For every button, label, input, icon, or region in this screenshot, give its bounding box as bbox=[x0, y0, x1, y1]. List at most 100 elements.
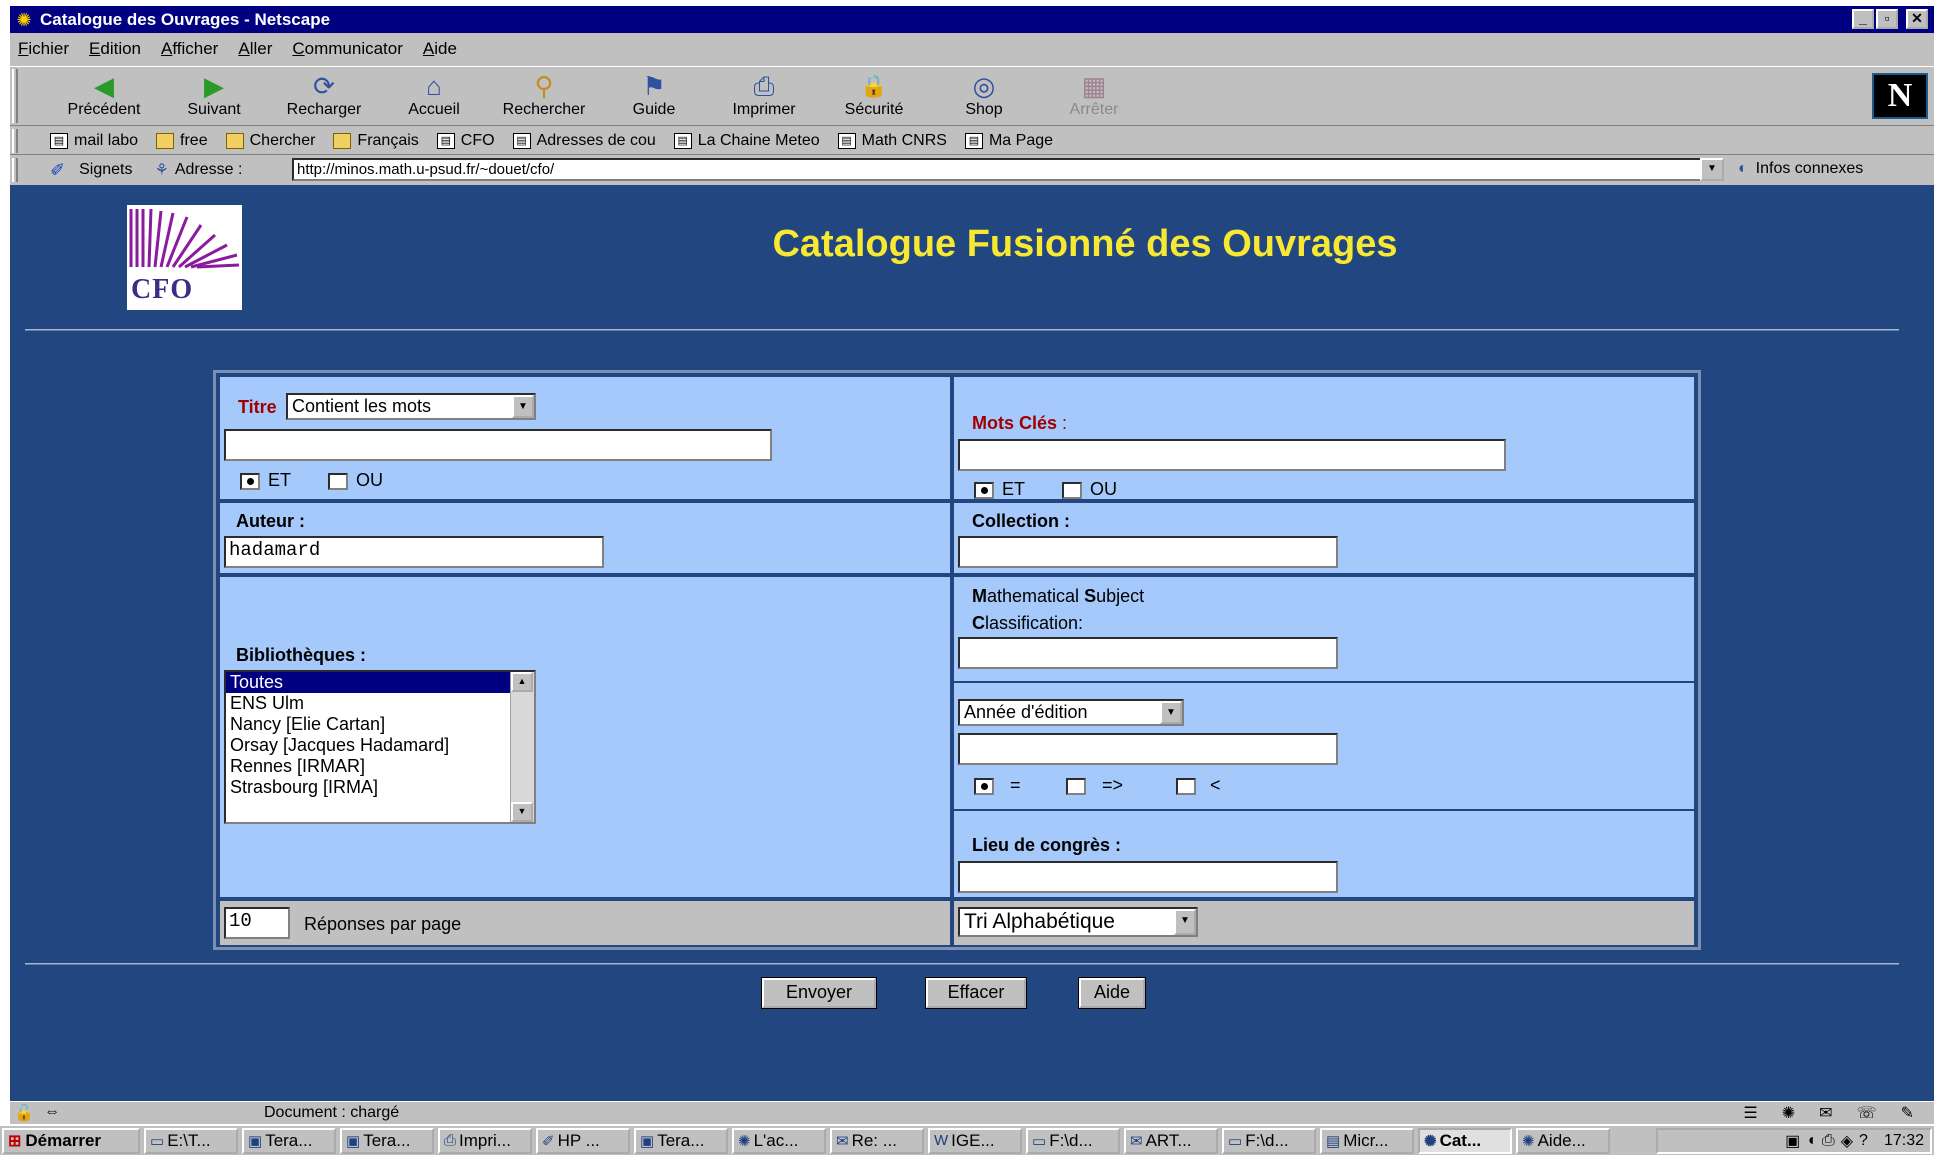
taskbar-item[interactable]: ⎙ Impri... bbox=[438, 1127, 532, 1154]
bookmark-cfo[interactable]: ▤ CFO bbox=[436, 132, 495, 150]
collection-input[interactable] bbox=[958, 536, 1338, 568]
cfo-logo[interactable]: CFO bbox=[127, 205, 242, 310]
taskbar-item[interactable]: ✺ L'ac... bbox=[732, 1127, 826, 1154]
auteur-input[interactable]: hadamard bbox=[224, 536, 604, 568]
reponses-input[interactable]: 10 bbox=[224, 907, 290, 939]
list-item[interactable]: Orsay [Jacques Hadamard] bbox=[226, 735, 534, 756]
menu-aide[interactable]: Aide bbox=[423, 39, 457, 59]
shop-button[interactable]: ◎ Shop bbox=[930, 71, 1038, 119]
bookmark-chercher[interactable]: Chercher bbox=[225, 132, 315, 150]
bookmark-francais[interactable]: Français bbox=[333, 132, 419, 150]
mail-icon[interactable]: ✉ bbox=[1819, 1103, 1832, 1123]
msc-input[interactable] bbox=[958, 637, 1338, 669]
taskbar-item[interactable]: ✺ Aide... bbox=[1516, 1127, 1610, 1154]
search-button[interactable]: ⚲ Rechercher bbox=[490, 71, 598, 119]
tri-select[interactable]: Tri Alphabétique ▼ bbox=[958, 907, 1198, 937]
scroll-down-icon[interactable]: ▼ bbox=[511, 802, 533, 822]
discussion-icon[interactable]: ☏ bbox=[1857, 1103, 1877, 1123]
annee-input[interactable] bbox=[958, 733, 1338, 765]
clock[interactable]: 17:32 bbox=[1884, 1132, 1924, 1150]
menu-fichier[interactable]: Fichier bbox=[18, 39, 69, 59]
print-button[interactable]: ⎙ Imprimer bbox=[710, 71, 818, 119]
page-proxy-icon[interactable]: ⚘ bbox=[154, 160, 168, 180]
taskbar-item[interactable]: ▤ Micr... bbox=[1320, 1127, 1414, 1154]
bibliotheques-listbox[interactable]: Toutes ENS Ulm Nancy [Elie Cartan] Orsay… bbox=[224, 670, 536, 824]
bookmark-math-cnrs[interactable]: ▤ Math CNRS bbox=[837, 132, 947, 150]
restore-button[interactable]: ▫ bbox=[1876, 9, 1898, 29]
mots-cles-et-radio[interactable] bbox=[974, 482, 994, 499]
taskbar-item[interactable]: ▣ Tera... bbox=[634, 1127, 728, 1154]
taskbar-item[interactable]: ✐ HP ... bbox=[536, 1127, 630, 1154]
navigator-icon[interactable]: ✺ bbox=[1782, 1103, 1795, 1123]
mots-cles-input[interactable] bbox=[958, 439, 1506, 471]
taskbar-item[interactable]: ✉ Re: ... bbox=[830, 1127, 924, 1154]
terminal-icon: ▣ bbox=[640, 1132, 655, 1150]
start-button[interactable]: ⊞ Démarrer bbox=[2, 1127, 140, 1154]
titre-mode-select[interactable]: Contient les mots ▼ bbox=[286, 393, 536, 420]
taskbar-item[interactable]: ▭ E:\T... bbox=[144, 1127, 238, 1154]
taskbar-item[interactable]: ▣ Tera... bbox=[242, 1127, 336, 1154]
list-item[interactable]: Rennes [IRMAR] bbox=[226, 756, 534, 777]
url-input[interactable]: http://minos.math.u-psud.fr/~douet/cfo/ bbox=[292, 158, 1710, 181]
taskbar-item[interactable]: W IGE... bbox=[928, 1127, 1022, 1154]
volume-icon[interactable]: ◖ bbox=[1806, 1132, 1816, 1150]
msc-label-s: S bbox=[1084, 586, 1097, 606]
help-icon[interactable]: ? bbox=[1859, 1132, 1868, 1150]
annee-ge-radio[interactable] bbox=[1066, 778, 1086, 795]
annee-lt-radio[interactable] bbox=[1176, 778, 1196, 795]
forward-button[interactable]: ▶ Suivant bbox=[160, 71, 268, 119]
bookmark-mail-labo[interactable]: ▤ mail labo bbox=[50, 132, 138, 150]
menu-edition[interactable]: Edition bbox=[89, 39, 141, 59]
close-button[interactable]: ✕ bbox=[1906, 9, 1928, 29]
url-dropdown-button[interactable]: ▼ bbox=[1700, 158, 1724, 181]
bookmark-meteo[interactable]: ▤ La Chaine Meteo bbox=[673, 132, 820, 150]
bookmarks-grip[interactable] bbox=[12, 129, 18, 153]
security-lock-icon[interactable]: 🔓 bbox=[14, 1103, 34, 1123]
infos-connexes-label: Infos connexes bbox=[1755, 160, 1864, 177]
menu-communicator[interactable]: Communicator bbox=[292, 39, 403, 59]
bookmark-adresses[interactable]: ▤ Adresses de cou bbox=[512, 132, 656, 150]
list-item[interactable]: Toutes bbox=[226, 672, 534, 693]
list-item[interactable]: Nancy [Elie Cartan] bbox=[226, 714, 534, 735]
home-button[interactable]: ⌂ Accueil bbox=[380, 71, 488, 119]
back-button[interactable]: ◀ Précédent bbox=[50, 71, 158, 119]
mots-cles-ou-radio[interactable] bbox=[1062, 482, 1082, 499]
lieu-input[interactable] bbox=[958, 861, 1338, 893]
netscape-logo[interactable]: N bbox=[1872, 73, 1928, 119]
network-icon[interactable]: ▣ bbox=[1785, 1131, 1800, 1151]
titre-et-radio[interactable] bbox=[240, 473, 260, 490]
tray-app-icon[interactable]: ◈ bbox=[1841, 1131, 1853, 1151]
netscape-icon: ✺ bbox=[1424, 1132, 1437, 1150]
toolbar-grip[interactable] bbox=[12, 69, 18, 123]
listbox-scrollbar[interactable]: ▲ ▼ bbox=[510, 672, 534, 822]
menu-afficher[interactable]: Afficher bbox=[161, 39, 218, 59]
list-item[interactable]: Strasbourg [IRMA] bbox=[226, 777, 534, 798]
signets-button[interactable]: ✐ Signets bbox=[50, 160, 132, 181]
taskbar-item[interactable]: ▭ F:\d... bbox=[1222, 1127, 1316, 1154]
effacer-button[interactable]: Effacer bbox=[925, 977, 1027, 1009]
aide-button[interactable]: Aide bbox=[1078, 977, 1146, 1009]
reload-button[interactable]: ⟳ Recharger bbox=[270, 71, 378, 119]
taskbar-item[interactable]: ▭ F:\d... bbox=[1026, 1127, 1120, 1154]
envoyer-button[interactable]: Envoyer bbox=[761, 977, 877, 1009]
taskbar-item[interactable]: ▣ Tera... bbox=[340, 1127, 434, 1154]
infos-connexes-button[interactable]: ◐ Infos connexes bbox=[1738, 160, 1863, 178]
taskbar-item-active[interactable]: ✺ Cat... bbox=[1418, 1127, 1512, 1154]
minimize-button[interactable]: _ bbox=[1852, 9, 1874, 29]
menu-aller[interactable]: Aller bbox=[238, 39, 272, 59]
titre-input[interactable] bbox=[224, 429, 772, 461]
security-button[interactable]: 🔒 Sécurité bbox=[820, 71, 928, 119]
bookmark-ma-page[interactable]: ▤ Ma Page bbox=[964, 132, 1053, 150]
component-bar-icon[interactable]: ☰ bbox=[1743, 1103, 1757, 1123]
list-item[interactable]: ENS Ulm bbox=[226, 693, 534, 714]
annee-select[interactable]: Année d'édition ▼ bbox=[958, 699, 1184, 726]
composer-icon[interactable]: ✎ bbox=[1901, 1103, 1914, 1123]
titre-ou-radio[interactable] bbox=[328, 473, 348, 490]
guide-button[interactable]: ⚑ Guide bbox=[600, 71, 708, 119]
scroll-up-icon[interactable]: ▲ bbox=[511, 672, 533, 692]
printer-tray-icon[interactable]: ⎙ bbox=[1822, 1132, 1835, 1150]
bookmark-free[interactable]: free bbox=[156, 132, 208, 150]
taskbar-item[interactable]: ✉ ART... bbox=[1124, 1127, 1218, 1154]
location-grip[interactable] bbox=[12, 158, 18, 182]
annee-eq-radio[interactable] bbox=[974, 778, 994, 795]
